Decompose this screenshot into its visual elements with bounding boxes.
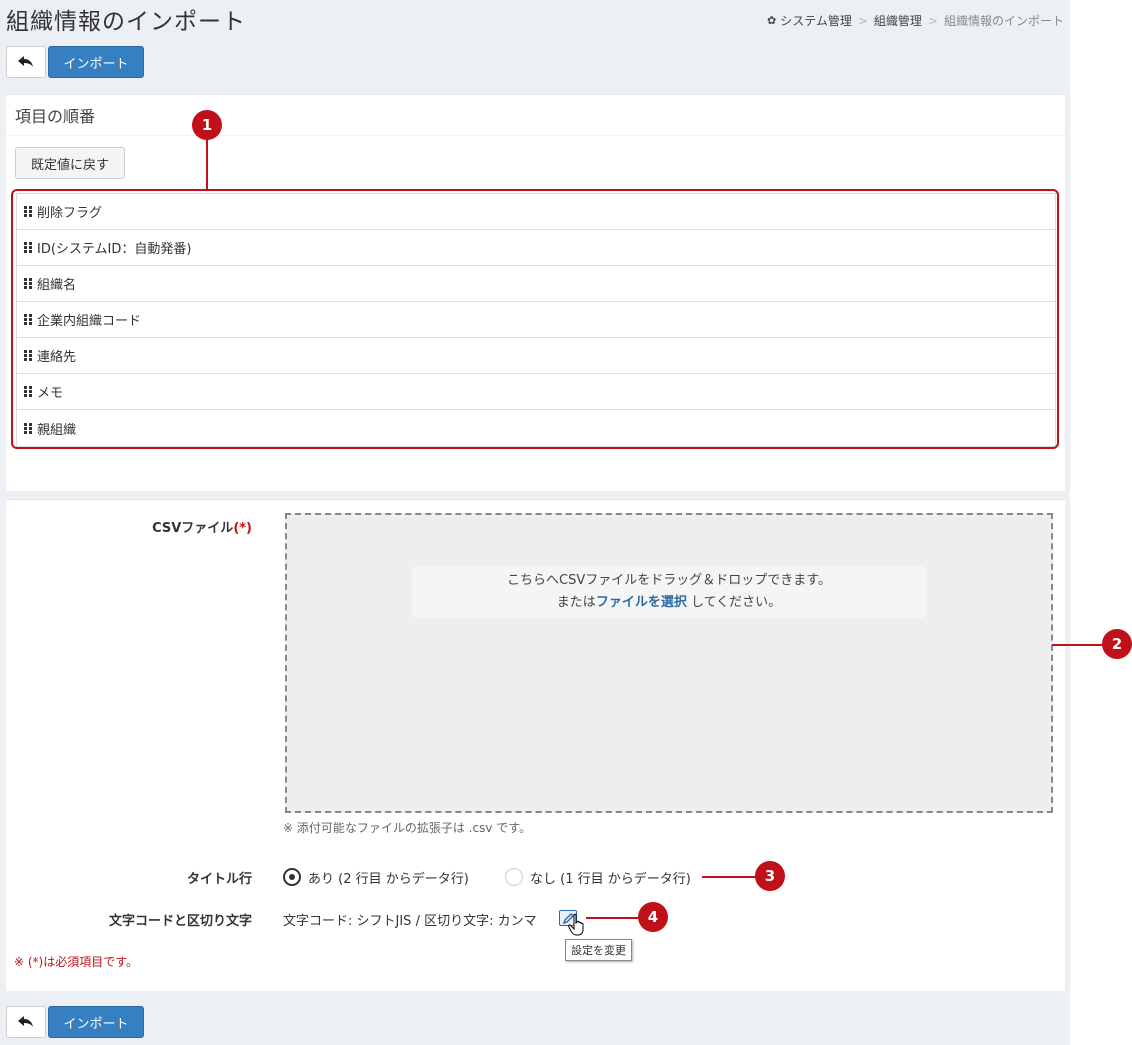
- edit-tooltip: 設定を変更: [565, 939, 632, 961]
- reply-arrow-icon: [18, 1016, 33, 1027]
- csv-dropzone[interactable]: こちらへCSVファイルをドラッグ＆ドロップできます。 またはファイルを選択 して…: [285, 513, 1053, 813]
- title-row-label: タイトル行: [186, 872, 252, 887]
- page-title: 組織情報のインポート: [6, 9, 246, 35]
- hand-cursor-icon: [568, 913, 584, 936]
- required-mark: (*): [233, 521, 252, 536]
- import-button-bottom[interactable]: インポート: [48, 1006, 144, 1038]
- title-row-yes-radio[interactable]: [283, 868, 301, 886]
- encoding-value: 文字コード: シフトJIS / 区切り文字: カンマ: [283, 914, 537, 929]
- required-note: ※ (*)は必須項目です。: [14, 955, 139, 969]
- csv-file-label: CSVファイル(*): [60, 517, 252, 536]
- extension-note: ※ 添付可能なファイルの拡張子は .csv です。: [283, 821, 532, 835]
- breadcrumb-separator: >: [927, 13, 938, 28]
- import-button[interactable]: インポート: [48, 46, 144, 78]
- app-content: 組織情報のインポート ✿ システム管理 > 組織管理 > 組織情報のインポート …: [0, 0, 1070, 1045]
- callout-line: [1052, 644, 1104, 646]
- reset-default-button[interactable]: 既定値に戻す: [15, 147, 125, 179]
- drop-message-line2: またはファイルを選択 してください。: [412, 592, 926, 614]
- callout-badge-1: 1: [192, 110, 222, 140]
- drop-message-suffix: してください。: [686, 595, 782, 610]
- divider: [6, 135, 1065, 136]
- callout-line: [586, 917, 640, 919]
- breadcrumb-separator: >: [857, 13, 868, 28]
- title-row-yes-label[interactable]: あり (2 行目 からデータ行): [308, 868, 469, 887]
- encoding-label: 文字コードと区切り文字: [108, 914, 252, 929]
- order-section-title: 項目の順番: [15, 107, 96, 126]
- callout-badge-3: 3: [755, 861, 785, 891]
- file-select-link[interactable]: ファイルを選択: [596, 595, 687, 610]
- back-button-bottom[interactable]: [6, 1006, 46, 1038]
- drop-message-line1: こちらへCSVファイルをドラッグ＆ドロップできます。: [507, 573, 831, 588]
- callout-1-highlight: [11, 189, 1059, 449]
- csv-file-label-text: CSVファイル: [152, 521, 234, 536]
- drop-message-prefix: または: [556, 595, 596, 610]
- breadcrumb: ✿ システム管理 > 組織管理 > 組織情報のインポート: [767, 12, 1064, 29]
- reply-arrow-icon: [18, 56, 33, 67]
- callout-badge-4: 4: [638, 902, 668, 932]
- back-button[interactable]: [6, 46, 46, 78]
- title-row-no-label[interactable]: なし (1 行目 からデータ行): [530, 868, 691, 887]
- breadcrumb-org[interactable]: 組織管理: [874, 12, 922, 29]
- callout-line: [206, 135, 208, 190]
- callout-badge-2: 2: [1102, 629, 1132, 659]
- title-row-no-radio[interactable]: [505, 868, 523, 886]
- callout-line: [702, 876, 756, 878]
- breadcrumb-system[interactable]: システム管理: [780, 12, 852, 29]
- drop-message: こちらへCSVファイルをドラッグ＆ドロップできます。 またはファイルを選択 して…: [412, 566, 926, 618]
- breadcrumb-current: 組織情報のインポート: [943, 14, 1064, 28]
- gear-icon: ✿: [766, 14, 777, 27]
